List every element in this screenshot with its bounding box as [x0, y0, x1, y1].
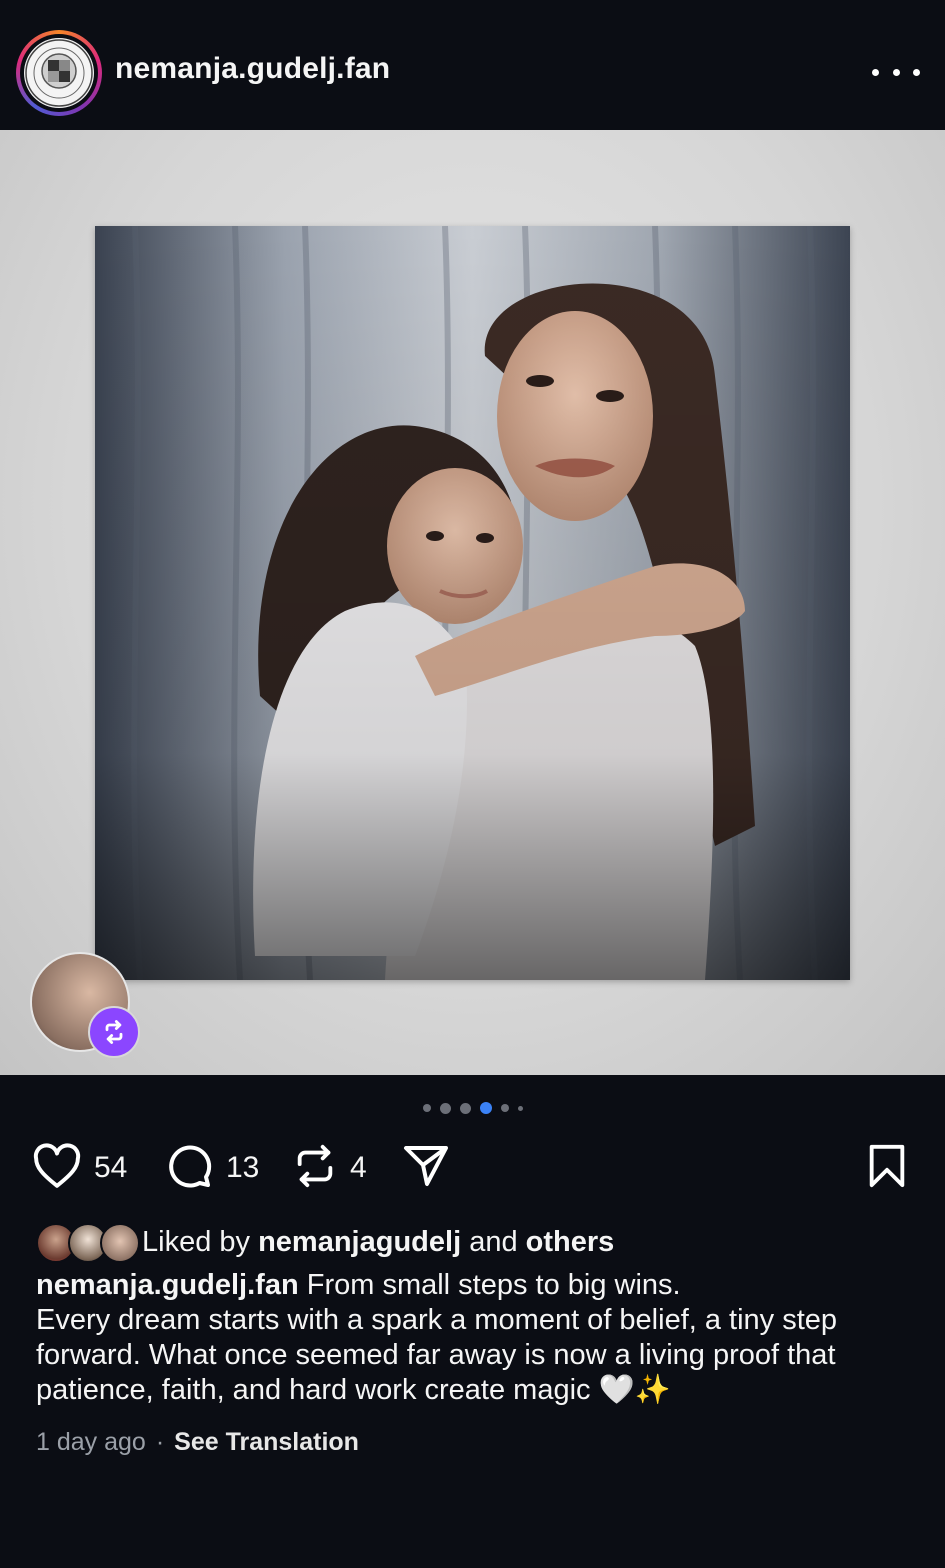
carousel-indicator — [0, 1100, 945, 1116]
like-action[interactable]: 54 — [32, 1140, 127, 1196]
heart-icon[interactable] — [32, 1142, 82, 1194]
more-options-icon[interactable] — [872, 60, 920, 84]
carousel-dot — [422, 1104, 431, 1112]
repost-icon[interactable] — [292, 1142, 338, 1195]
post-actions: 54 13 4 — [0, 1140, 945, 1200]
post-caption: nemanja.gudelj.fan From small steps to b… — [36, 1268, 916, 1408]
comment-count[interactable]: 13 — [226, 1151, 259, 1185]
liked-by-prefix: Liked by — [142, 1225, 251, 1258]
carousel-dot — [517, 1105, 523, 1111]
comment-icon[interactable] — [164, 1142, 214, 1195]
liked-by-and: and — [469, 1225, 518, 1258]
send-icon[interactable] — [400, 1142, 452, 1195]
liked-by-row[interactable]: Liked by nemanjagudelj and others — [36, 1222, 615, 1263]
carousel-dot-active — [479, 1102, 492, 1114]
profile-avatar[interactable] — [16, 30, 102, 116]
bookmark-icon[interactable] — [864, 1141, 910, 1196]
carousel-dot — [439, 1102, 451, 1114]
see-translation-link[interactable]: See Translation — [174, 1428, 359, 1456]
post-photo — [95, 226, 850, 980]
repost-badge-icon — [88, 1006, 140, 1058]
like-count[interactable]: 54 — [94, 1151, 127, 1185]
avatar-logo — [24, 38, 94, 108]
post-timestamp: 1 day ago — [36, 1428, 146, 1456]
caption-body: Every dream starts with a spark a moment… — [36, 1304, 838, 1406]
save-action[interactable] — [864, 1140, 910, 1196]
share-action[interactable] — [400, 1140, 452, 1196]
liker-avatar — [100, 1223, 140, 1263]
carousel-dot — [500, 1104, 509, 1112]
post-username[interactable]: nemanja.gudelj.fan — [115, 52, 390, 86]
post-header: nemanja.gudelj.fan — [0, 0, 945, 130]
repost-action[interactable]: 4 — [292, 1140, 367, 1196]
caption-username[interactable]: nemanja.gudelj.fan — [36, 1269, 299, 1301]
post-media[interactable] — [0, 130, 945, 1075]
repost-count[interactable]: 4 — [350, 1151, 367, 1185]
avatar-ring-gap — [20, 34, 98, 112]
liker-avatars — [36, 1222, 140, 1263]
liked-by-others[interactable]: others — [526, 1226, 615, 1259]
meta-separator: · — [155, 1428, 165, 1456]
caption-first-line: From small steps to big wins. — [306, 1269, 681, 1301]
post-meta: 1 day ago · See Translation — [36, 1428, 359, 1457]
comment-action[interactable]: 13 — [164, 1140, 259, 1196]
carousel-dot — [459, 1102, 471, 1114]
liked-by-user[interactable]: nemanjagudelj — [258, 1226, 461, 1259]
